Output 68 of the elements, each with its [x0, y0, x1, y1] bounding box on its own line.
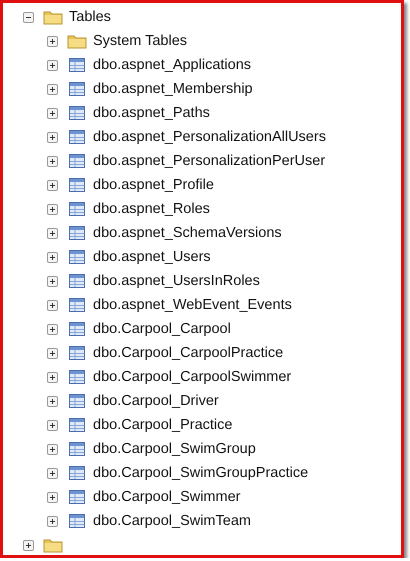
- table-icon: [67, 129, 87, 145]
- tree-item[interactable]: dbo.aspnet_Paths: [93, 104, 210, 122]
- tree-item[interactable]: dbo.aspnet_Profile: [93, 176, 214, 194]
- table-icon: [67, 465, 87, 481]
- table-icon: [67, 489, 87, 505]
- expand-icon[interactable]: [47, 420, 58, 430]
- table-icon: [67, 57, 87, 73]
- table-icon: [67, 249, 87, 265]
- tree-item[interactable]: dbo.aspnet_PersonalizationAllUsers: [93, 128, 326, 146]
- collapse-icon[interactable]: [23, 12, 34, 22]
- expand-icon[interactable]: [47, 516, 58, 526]
- tree-item[interactable]: dbo.Carpool_Driver: [93, 392, 219, 410]
- table-icon: [67, 369, 87, 385]
- table-icon: [67, 81, 87, 97]
- tree-item[interactable]: dbo.aspnet_WebEvent_Events: [93, 296, 292, 314]
- expand-icon[interactable]: [47, 180, 58, 190]
- tree-item[interactable]: dbo.Carpool_CarpoolPractice: [93, 344, 284, 362]
- table-icon: [67, 441, 87, 457]
- table-icon: [67, 417, 87, 433]
- expand-icon[interactable]: [47, 156, 58, 166]
- tree-item[interactable]: dbo.aspnet_Users: [93, 248, 211, 266]
- expand-icon[interactable]: [47, 252, 58, 262]
- expand-icon[interactable]: [47, 444, 58, 454]
- expand-icon[interactable]: [47, 60, 58, 70]
- tree-item[interactable]: dbo.aspnet_SchemaVersions: [93, 224, 282, 242]
- expand-icon[interactable]: [47, 36, 58, 46]
- expand-icon[interactable]: [47, 108, 58, 118]
- expand-icon[interactable]: [47, 396, 58, 406]
- table-icon: [67, 345, 87, 361]
- folder-icon: [67, 33, 87, 49]
- table-icon: [67, 225, 87, 241]
- table-icon: [67, 201, 87, 217]
- table-icon: [67, 273, 87, 289]
- tree-item[interactable]: dbo.Carpool_Practice: [93, 416, 232, 434]
- table-icon: [67, 321, 87, 337]
- table-icon: [67, 105, 87, 121]
- expand-icon[interactable]: [47, 324, 58, 334]
- folder-icon: [43, 9, 63, 25]
- tree-item[interactable]: dbo.aspnet_Membership: [93, 80, 253, 98]
- tree-item[interactable]: dbo.Carpool_Carpool: [93, 320, 231, 338]
- table-icon: [67, 393, 87, 409]
- expand-icon[interactable]: [47, 468, 58, 478]
- expand-icon[interactable]: [47, 276, 58, 286]
- tree-item[interactable]: dbo.aspnet_PersonalizationPerUser: [93, 152, 326, 170]
- tree-item[interactable]: dbo.Carpool_SwimTeam: [93, 512, 251, 530]
- tree-item[interactable]: dbo.aspnet_Applications: [93, 56, 252, 74]
- expand-icon[interactable]: [47, 132, 58, 142]
- table-icon: [67, 513, 87, 529]
- expand-icon[interactable]: [47, 228, 58, 238]
- tree-item[interactable]: dbo.Carpool_SwimGroup: [93, 440, 256, 458]
- table-icon: [67, 177, 87, 193]
- tree-item[interactable]: dbo.Carpool_Swimmer: [93, 488, 240, 506]
- expand-icon[interactable]: [47, 372, 58, 382]
- tree-item[interactable]: System Tables: [93, 32, 188, 50]
- tree-item[interactable]: dbo.Carpool_SwimGroupPractice: [93, 464, 308, 482]
- expand-icon[interactable]: [47, 492, 58, 502]
- tree-item[interactable]: dbo.aspnet_Roles: [93, 200, 210, 218]
- expand-icon[interactable]: [47, 300, 58, 310]
- tree-item[interactable]: dbo.Carpool_CarpoolSwimmer: [93, 368, 292, 386]
- expand-icon[interactable]: [47, 84, 58, 94]
- folder-icon: [43, 537, 63, 553]
- table-icon: [67, 297, 87, 313]
- expand-icon[interactable]: [47, 348, 58, 358]
- expand-icon[interactable]: [23, 540, 34, 550]
- tree-item[interactable]: Tables: [69, 8, 111, 26]
- tree-item[interactable]: dbo.aspnet_UsersInRoles: [93, 272, 260, 290]
- table-icon: [67, 153, 87, 169]
- expand-icon[interactable]: [47, 204, 58, 214]
